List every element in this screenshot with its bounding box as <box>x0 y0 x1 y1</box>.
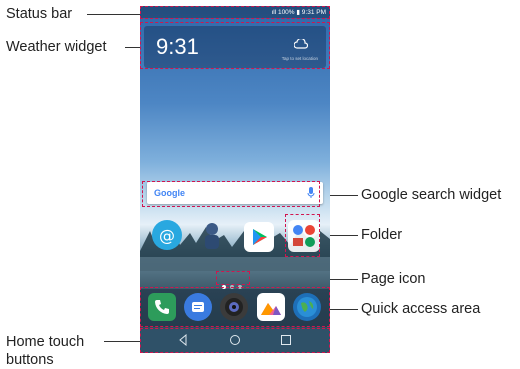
label-quick-access-area: Quick access area <box>361 301 481 317</box>
label-home-touch-line1: Home touch <box>6 334 85 350</box>
highlight-google-search <box>142 181 320 207</box>
leader-weather-widget <box>125 47 140 48</box>
highlight-status-bar <box>140 6 330 19</box>
label-google-search-widget: Google search widget <box>361 187 502 203</box>
highlight-quick-access <box>140 287 330 327</box>
highlight-home-touch <box>140 328 330 353</box>
label-home-touch-line2: buttons <box>6 352 54 368</box>
person-app-icon[interactable] <box>197 220 227 250</box>
leader-status-bar <box>87 14 140 15</box>
svg-text:@: @ <box>159 226 175 245</box>
leader-quick-access <box>330 309 358 310</box>
highlight-weather-widget <box>140 22 330 69</box>
label-folder: Folder <box>361 227 403 243</box>
highlight-page-icon <box>216 271 250 285</box>
label-page-icon: Page icon <box>361 271 426 287</box>
email-app-icon[interactable]: @ <box>152 220 182 250</box>
play-store-icon[interactable] <box>244 222 274 252</box>
label-weather-widget: Weather widget <box>6 39 107 55</box>
label-status-bar: Status bar <box>6 6 73 22</box>
leader-home-touch <box>104 341 140 342</box>
highlight-folder <box>285 214 320 257</box>
label-home-touch-buttons: Home touch buttons <box>6 333 84 369</box>
